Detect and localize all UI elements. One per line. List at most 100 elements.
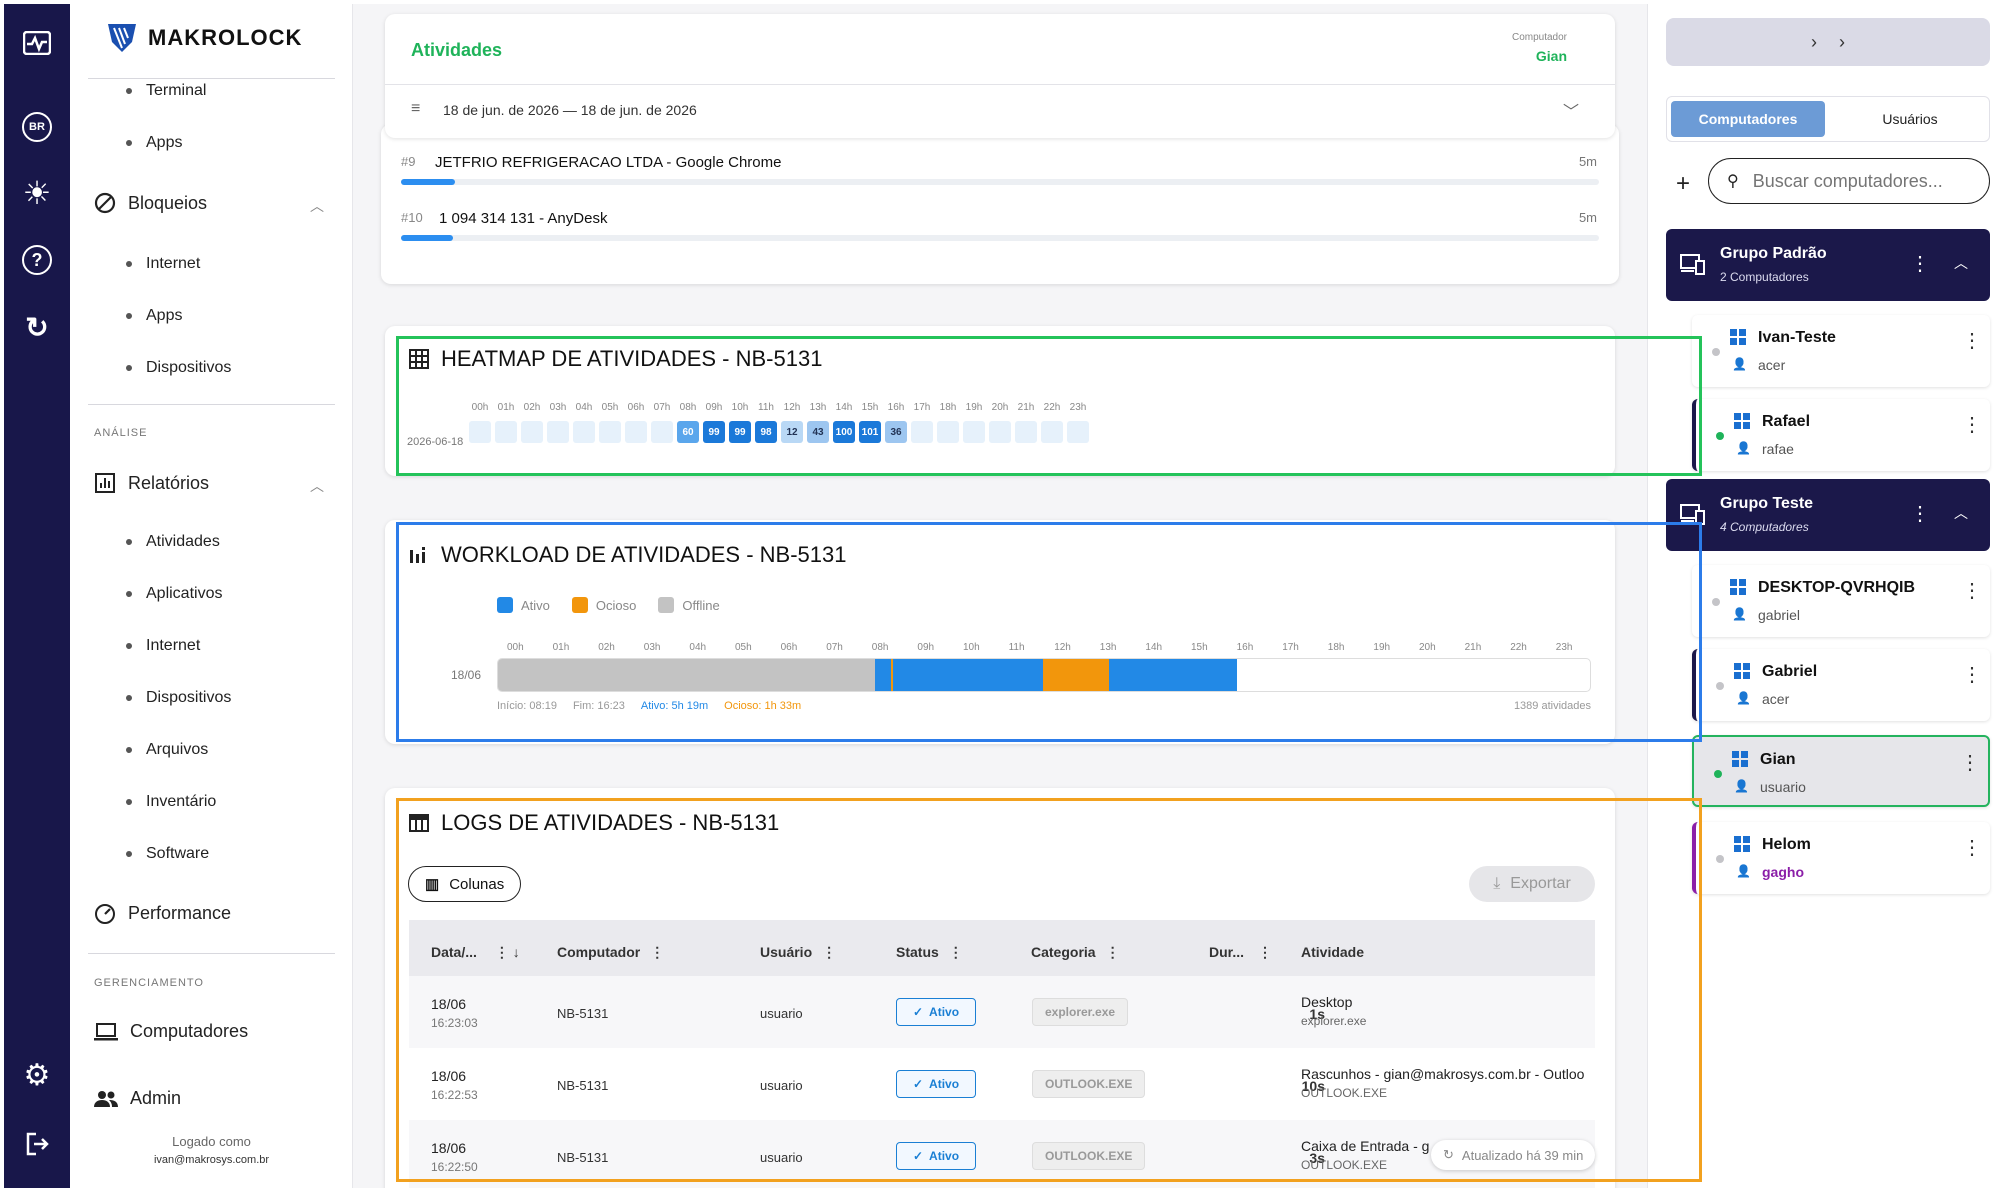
heatmap-cell[interactable]: [573, 421, 595, 443]
computer-item-selected[interactable]: Gian 👤 usuario ⋮: [1692, 735, 1990, 807]
workload-hour-label: 09h: [917, 642, 935, 653]
heatmap-cell[interactable]: [1067, 421, 1089, 443]
status-online-dot: [1716, 432, 1724, 440]
workload-hour-label: 03h: [643, 642, 661, 653]
computer-item[interactable]: DESKTOP-QVRHQIB 👤 gabriel ⋮: [1692, 565, 1990, 637]
computer-item[interactable]: Rafael 👤 rafae ⋮: [1692, 399, 1990, 471]
date-range-filter[interactable]: ≡ 18 de jun. de 2026 — 18 de jun. de 202…: [385, 84, 1615, 138]
panel-toggle[interactable]: › ›: [1666, 18, 1990, 66]
theme-sun-icon[interactable]: ☀: [22, 175, 52, 211]
heatmap-hour-label: 01h: [497, 402, 515, 413]
col-header-categoria[interactable]: Categoria ⋮: [1031, 944, 1120, 961]
category-chip: OUTLOOK.EXE: [1032, 1142, 1146, 1170]
heatmap-cell[interactable]: 99: [729, 421, 751, 443]
more-vert-icon[interactable]: ⋮: [1910, 501, 1930, 526]
chevron-right-icon[interactable]: ›: [1811, 32, 1817, 53]
nav-admin[interactable]: Admin: [94, 1088, 181, 1109]
refresh-history-icon[interactable]: ↻: [22, 312, 52, 343]
nav-item-arquivos[interactable]: Arquivos: [126, 741, 208, 759]
heatmap-cell[interactable]: 100: [833, 421, 855, 443]
col-header-duracao[interactable]: Dur... ⋮: [1209, 944, 1272, 961]
progress-bar: [401, 235, 1599, 241]
nav-computadores[interactable]: Computadores: [94, 1021, 248, 1042]
search-field[interactable]: ⚲: [1708, 158, 1990, 204]
activity-monitor-icon[interactable]: [22, 28, 52, 58]
nav-section-relatorios[interactable]: Relatórios: [94, 472, 209, 494]
tab-computadores[interactable]: Computadores: [1671, 101, 1825, 137]
nav-item-dispositivos-report[interactable]: Dispositivos: [126, 689, 231, 707]
heatmap-cell[interactable]: [989, 421, 1011, 443]
columns-button[interactable]: ▥ Colunas: [408, 866, 522, 902]
computer-item[interactable]: Helom 👤 gagho ⋮: [1692, 822, 1990, 894]
heatmap-cell[interactable]: [911, 421, 933, 443]
logs-title-text: LOGS DE ATIVIDADES - NB-5131: [441, 810, 780, 835]
windows-icon: [1730, 579, 1746, 595]
nav-item-aplicativos[interactable]: Aplicativos: [126, 585, 222, 603]
language-br-icon[interactable]: BR: [22, 112, 52, 142]
heatmap-cell[interactable]: [521, 421, 543, 443]
heatmap-cell[interactable]: [469, 421, 491, 443]
chevron-up-icon[interactable]: ︿: [310, 476, 324, 496]
more-vert-icon[interactable]: ⋮: [1962, 415, 1982, 435]
chevron-up-icon[interactable]: ︿: [310, 196, 324, 216]
col-header-atividade[interactable]: Atividade: [1301, 944, 1364, 960]
more-vert-icon[interactable]: ⋮: [1962, 331, 1982, 351]
computer-item[interactable]: Ivan-Teste 👤 acer ⋮: [1692, 315, 1990, 387]
tab-usuarios[interactable]: Usuários: [1833, 101, 1987, 137]
add-icon[interactable]: +: [1676, 170, 1690, 198]
nav-item-internet[interactable]: Internet: [126, 255, 200, 273]
heatmap-cell[interactable]: [651, 421, 673, 443]
chevron-down-icon[interactable]: ﹀: [1563, 98, 1579, 122]
log-computer: NB-5131: [557, 1006, 609, 1021]
chevron-up-icon[interactable]: ︿: [1954, 503, 1968, 523]
logout-icon[interactable]: [22, 1129, 52, 1159]
group-header[interactable]: Grupo Teste 4 Computadores ⋮ ︿: [1666, 479, 1990, 551]
nav-section-bloqueios[interactable]: Bloqueios: [94, 192, 324, 214]
nav-performance[interactable]: Performance: [94, 902, 231, 924]
heatmap-cell[interactable]: 43: [807, 421, 829, 443]
more-vert-icon[interactable]: ⋮: [1962, 838, 1982, 858]
col-header-status[interactable]: Status ⋮: [896, 944, 963, 961]
computer-item[interactable]: Gabriel 👤 acer ⋮: [1692, 649, 1990, 721]
more-vert-icon[interactable]: ⋮: [1960, 753, 1980, 773]
heatmap-cell[interactable]: [625, 421, 647, 443]
heatmap-cell[interactable]: 60: [677, 421, 699, 443]
col-header-computador[interactable]: Computador ⋮: [557, 944, 664, 961]
chevron-up-icon[interactable]: ︿: [1954, 253, 1968, 273]
heatmap-cell[interactable]: [599, 421, 621, 443]
heatmap-cell[interactable]: 101: [859, 421, 881, 443]
nav-item-internet-report[interactable]: Internet: [126, 637, 200, 655]
col-header-data[interactable]: Data/... ⋮ ↓: [431, 944, 520, 961]
nav-item-inventario[interactable]: Inventário: [126, 793, 216, 811]
date-range: 18 de jun. de 2026 — 18 de jun. de 2026: [443, 102, 697, 118]
heatmap-cell[interactable]: [1041, 421, 1063, 443]
heatmap-cell[interactable]: [1015, 421, 1037, 443]
heatmap-cell[interactable]: 98: [755, 421, 777, 443]
more-vert-icon[interactable]: ⋮: [1962, 665, 1982, 685]
more-vert-icon[interactable]: ⋮: [1962, 581, 1982, 601]
heatmap-cell[interactable]: [495, 421, 517, 443]
nav-item-apps-block[interactable]: Apps: [126, 307, 182, 325]
nav-item-atividades[interactable]: Atividades: [126, 533, 220, 551]
help-icon[interactable]: ?: [22, 245, 52, 275]
fim: Fim: 16:23: [572, 700, 625, 712]
settings-gear-icon[interactable]: ⚙: [22, 1059, 52, 1092]
nav-item-terminal[interactable]: Terminal: [126, 82, 206, 100]
group-header[interactable]: Grupo Padrão 2 Computadores ⋮ ︿: [1666, 229, 1990, 301]
col-header-usuario[interactable]: Usuário ⋮: [760, 944, 836, 961]
nav-item-dispositivos[interactable]: Dispositivos: [126, 359, 231, 377]
heatmap-cell[interactable]: [963, 421, 985, 443]
export-button[interactable]: ⤓ Exportar: [1469, 866, 1595, 902]
heatmap-cell[interactable]: 99: [703, 421, 725, 443]
heatmap-cell[interactable]: 12: [781, 421, 803, 443]
heatmap-cell[interactable]: [547, 421, 569, 443]
more-vert-icon[interactable]: ⋮: [1910, 251, 1930, 276]
search-input[interactable]: [1752, 170, 1953, 192]
chevron-right-icon[interactable]: ›: [1839, 32, 1845, 53]
nav-item-software[interactable]: Software: [126, 845, 209, 863]
heatmap-cell[interactable]: 36: [885, 421, 907, 443]
activity-count: 1389 atividades: [1513, 700, 1591, 712]
nav-item-apps[interactable]: Apps: [126, 134, 182, 152]
windows-icon: [1734, 663, 1750, 679]
heatmap-cell[interactable]: [937, 421, 959, 443]
